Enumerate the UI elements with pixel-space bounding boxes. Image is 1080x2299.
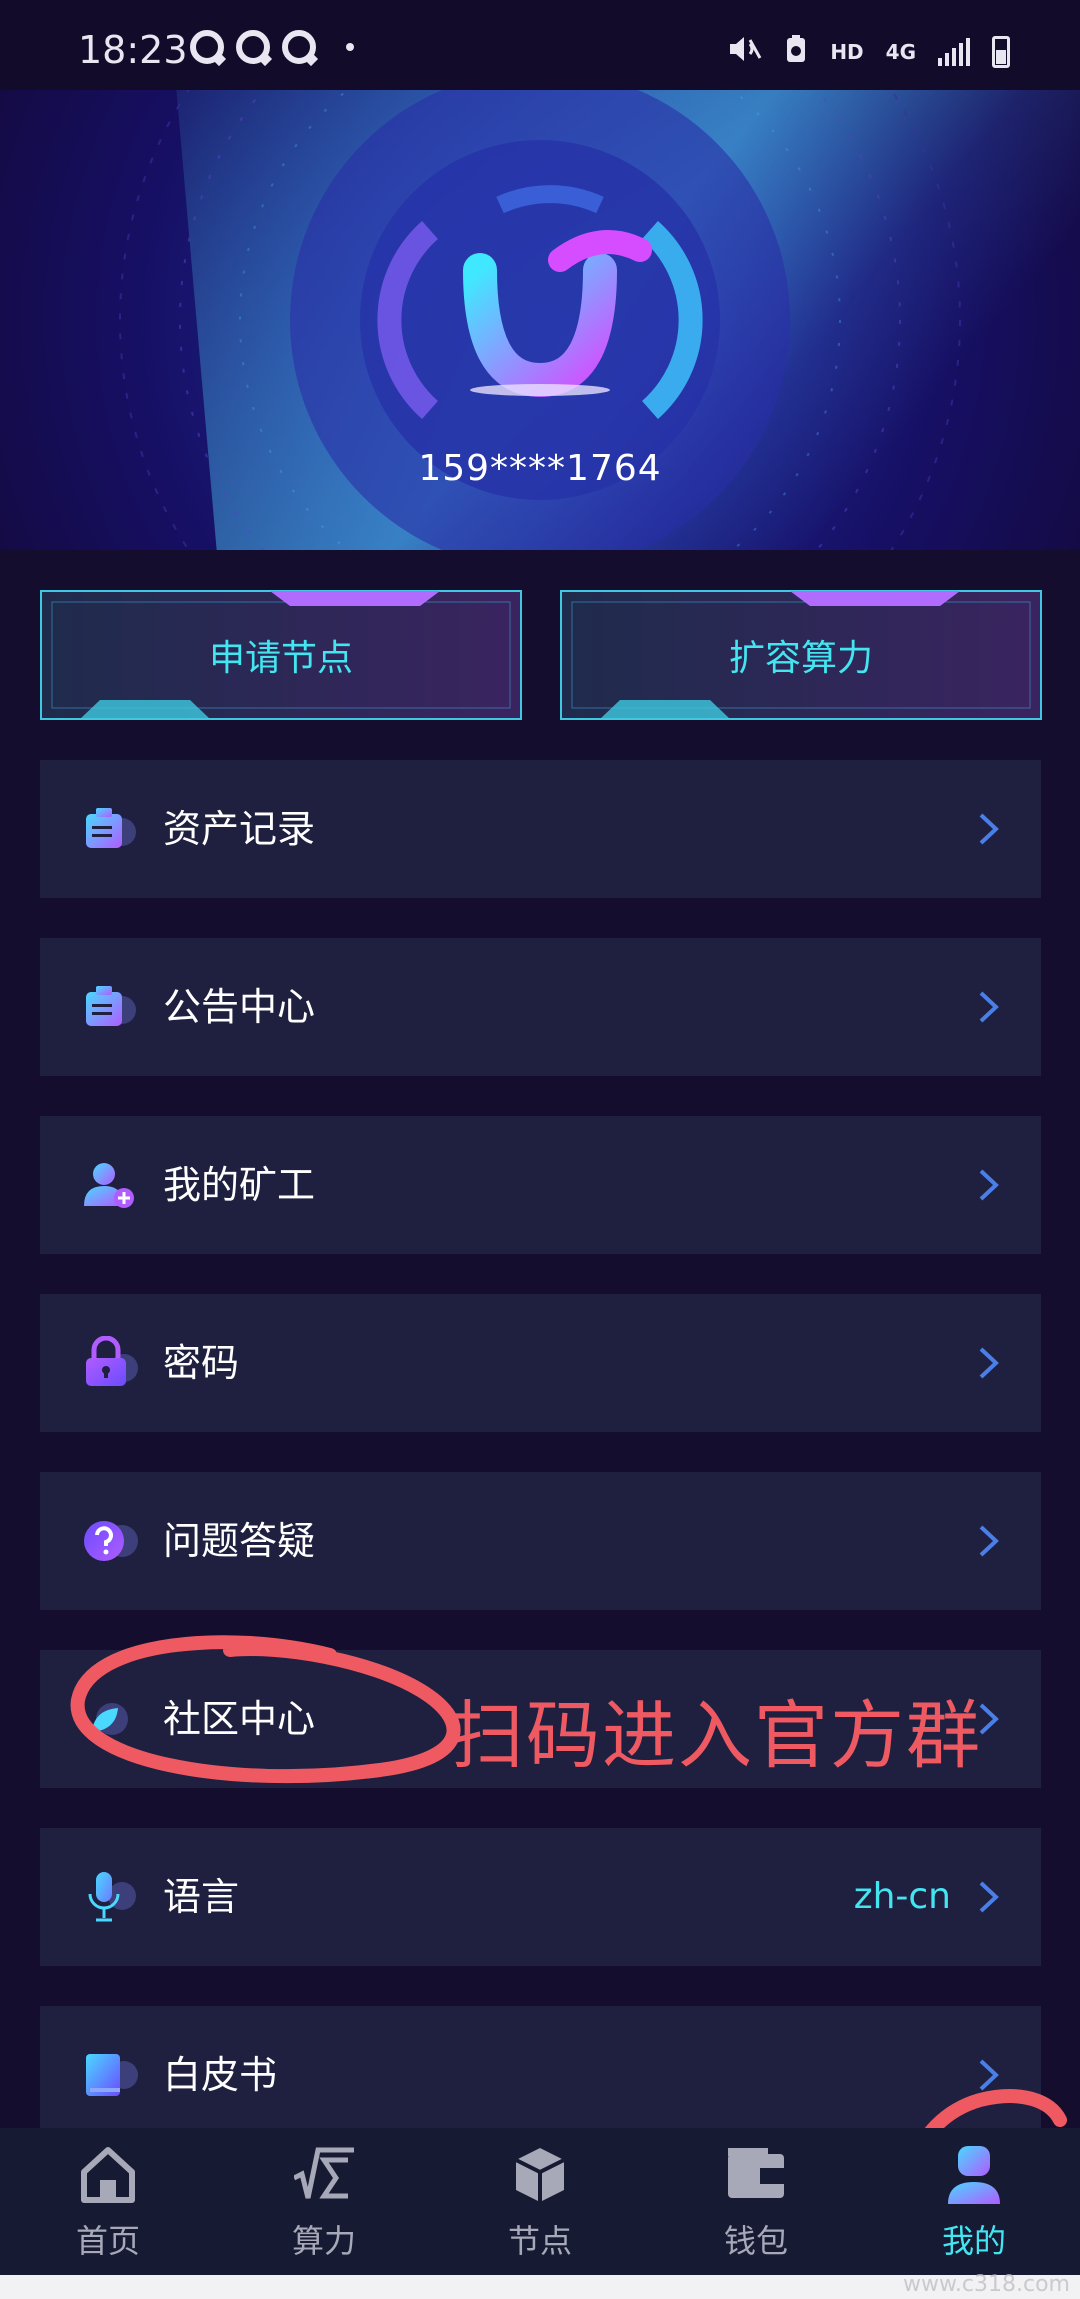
qq-notification-icon <box>282 30 316 64</box>
qq-notification-icon <box>190 30 224 64</box>
menu-item-faq[interactable]: 问题答疑 <box>40 1472 1041 1610</box>
nav-label: 节点 <box>507 2222 572 2260</box>
book-icon <box>86 2054 138 2096</box>
wallet-icon <box>728 2148 784 2198</box>
status-time: 18:23 <box>78 28 188 72</box>
chevron-right-icon <box>979 991 999 1023</box>
cube-icon <box>515 2148 565 2202</box>
nav-profile[interactable]: 我的 <box>904 2128 1044 2275</box>
chevron-right-icon <box>979 1881 999 1913</box>
menu-label: 社区中心 <box>163 1697 316 1741</box>
bottom-navigation: 首页 算力 节点 钱包 我的 <box>0 2128 1080 2275</box>
nav-label: 钱包 <box>723 2222 788 2260</box>
menu-label: 公告中心 <box>163 985 316 1029</box>
menu-item-asset-records[interactable]: 资产记录 <box>40 760 1041 898</box>
chevron-right-icon <box>979 2059 999 2091</box>
menu-label: 密码 <box>163 1341 240 1385</box>
menu-label: 我的矿工 <box>163 1163 316 1207</box>
apply-node-button[interactable]: 申请节点 <box>40 590 522 720</box>
nav-hashrate[interactable]: 算力 <box>254 2128 394 2275</box>
qq-notification-icon <box>236 30 270 64</box>
recycle-battery-icon <box>784 34 808 69</box>
status-bar: 18:23 HD 4G <box>0 0 1080 90</box>
menu-label: 白皮书 <box>163 2053 278 2097</box>
watermark: www.c318.com <box>902 2272 1070 2297</box>
nav-wallet[interactable]: 钱包 <box>686 2128 826 2275</box>
signal-icon <box>938 37 970 66</box>
status-indicators: HD 4G <box>728 34 1010 69</box>
nav-label: 首页 <box>75 2222 140 2260</box>
menu-label: 语言 <box>163 1875 240 1919</box>
menu-label: 问题答疑 <box>163 1519 316 1563</box>
chevron-right-icon <box>979 813 999 845</box>
language-value: zh-cn <box>853 1876 951 1917</box>
nav-home[interactable]: 首页 <box>38 2128 178 2275</box>
clipboard-icon <box>86 986 136 1026</box>
menu-item-password[interactable]: 密码 <box>40 1294 1041 1432</box>
user-add-icon <box>84 1163 134 1208</box>
menu-item-my-miners[interactable]: 我的矿工 <box>40 1116 1041 1254</box>
nav-label: 算力 <box>291 2222 356 2260</box>
chevron-right-icon <box>979 1169 999 1201</box>
profile-banner: 159****1764 <box>0 90 1080 550</box>
chevron-right-icon <box>979 1525 999 1557</box>
battery-icon <box>992 35 1010 68</box>
more-notifications-dot <box>346 43 354 51</box>
menu-item-language[interactable]: 语言 zh-cn <box>40 1828 1041 1966</box>
chevron-right-icon <box>979 1347 999 1379</box>
menu-item-whitepaper[interactable]: 白皮书 <box>40 2006 1041 2144</box>
apply-node-label: 申请节点 <box>208 638 353 679</box>
question-icon <box>84 1521 138 1561</box>
lock-icon <box>86 1336 138 1386</box>
menu-label: 资产记录 <box>163 807 316 851</box>
expand-hashrate-button[interactable]: 扩容算力 <box>560 590 1042 720</box>
profile-icon <box>948 2146 1000 2204</box>
sigma-icon <box>294 2147 354 2199</box>
mute-icon <box>728 34 762 69</box>
leaf-icon <box>92 1703 128 1735</box>
hd-label: HD <box>830 39 864 64</box>
annotation-text: 扫码进入官方群 <box>450 1693 982 1779</box>
home-icon <box>81 2147 135 2203</box>
menu-item-announcements[interactable]: 公告中心 <box>40 938 1041 1076</box>
notification-icons <box>190 30 354 64</box>
expand-hashrate-label: 扩容算力 <box>728 638 873 679</box>
nav-nodes[interactable]: 节点 <box>470 2128 610 2275</box>
clipboard-icon <box>86 808 136 848</box>
network-type-label: 4G <box>885 39 916 64</box>
microphone-icon <box>88 1872 136 1922</box>
user-phone-number: 159****1764 <box>418 448 662 489</box>
nav-label: 我的 <box>941 2222 1006 2260</box>
